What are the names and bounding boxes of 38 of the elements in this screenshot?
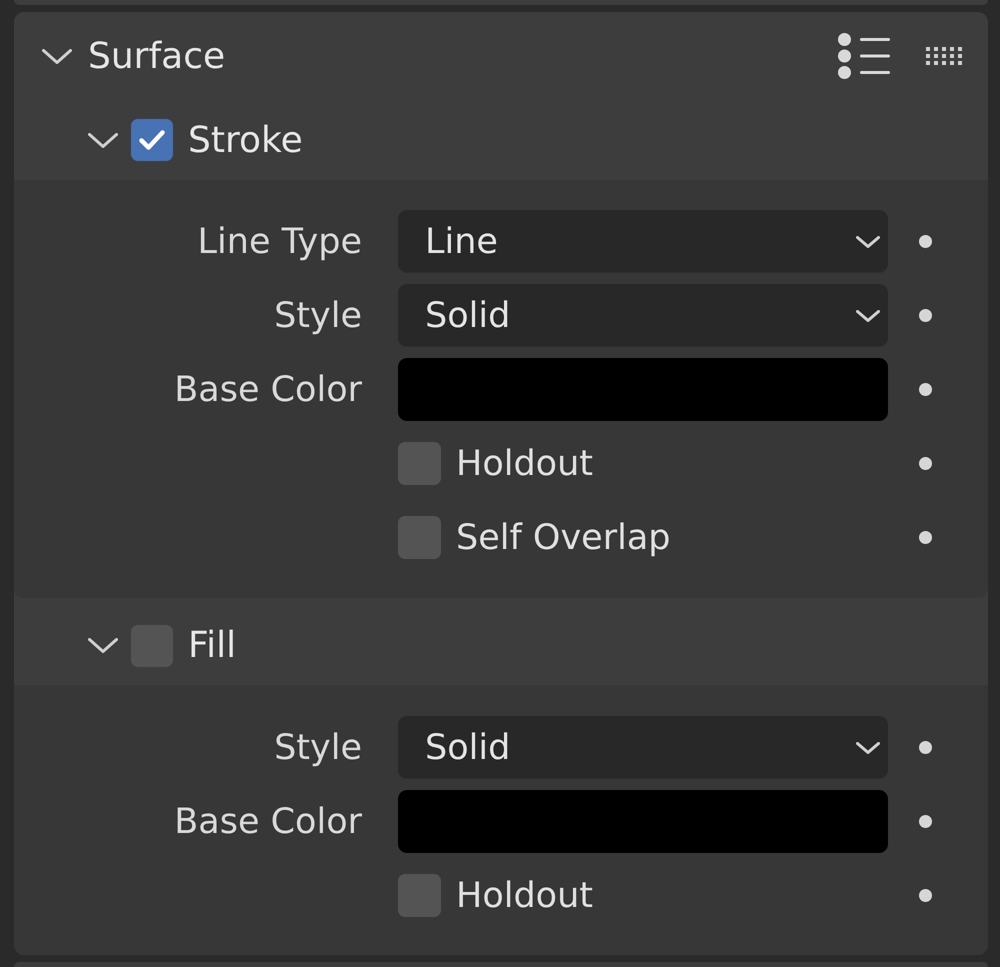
dot-icon[interactable] — [918, 815, 932, 828]
checkmark-icon — [139, 130, 165, 150]
checkbox-label[interactable]: Holdout — [456, 444, 593, 484]
subpanel-title[interactable]: Stroke — [188, 120, 303, 160]
color-swatch[interactable] — [398, 358, 888, 421]
caret-icon — [856, 310, 880, 322]
dot-icon[interactable] — [918, 383, 932, 396]
checkbox-label[interactable]: Self Overlap — [456, 518, 670, 558]
property-label: Base Color — [173, 802, 362, 842]
color-swatch[interactable] — [398, 790, 888, 853]
dropdown[interactable]: Line — [398, 210, 888, 273]
caret-icon — [856, 236, 880, 248]
subpanel-title[interactable]: Fill — [188, 625, 236, 666]
checkbox[interactable] — [398, 442, 441, 485]
dropdown[interactable]: Solid — [398, 284, 888, 347]
checkbox[interactable] — [398, 516, 441, 559]
dot-icon[interactable] — [918, 457, 932, 470]
dot-icon[interactable] — [918, 741, 932, 754]
checkbox[interactable] — [398, 874, 441, 917]
dot-icon[interactable] — [918, 309, 932, 322]
dot-icon[interactable] — [918, 531, 932, 544]
chevron-icon[interactable] — [42, 48, 72, 64]
checkbox[interactable] — [131, 624, 173, 666]
chevron-icon[interactable] — [88, 638, 118, 653]
property-label: Style — [273, 728, 362, 768]
checkbox[interactable] — [131, 119, 173, 161]
panel-title[interactable]: Surface — [88, 36, 226, 76]
property-label: Line Type — [196, 222, 362, 262]
property-label: Style — [273, 296, 362, 336]
dropdown[interactable]: Solid — [398, 716, 888, 779]
dot-icon[interactable] — [918, 889, 932, 902]
checkbox-label[interactable]: Holdout — [456, 876, 593, 916]
list-icon[interactable] — [838, 33, 890, 79]
drag-handle-icon[interactable] — [926, 47, 962, 65]
property-label: Base Color — [173, 370, 362, 410]
dot-icon[interactable] — [918, 235, 932, 248]
chevron-icon[interactable] — [88, 132, 118, 148]
caret-icon — [856, 742, 880, 754]
